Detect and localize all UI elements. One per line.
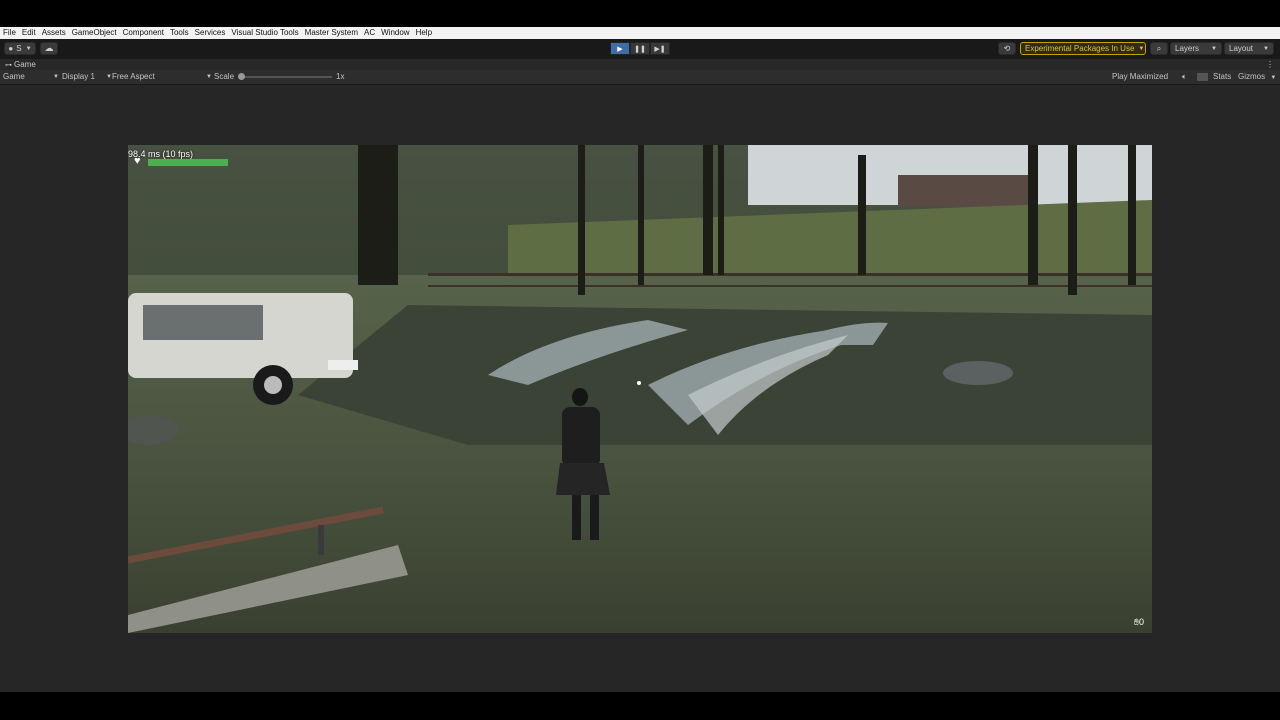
chevron-down-icon: ▼ xyxy=(206,74,212,80)
menu-help[interactable]: Help xyxy=(413,27,435,39)
account-button[interactable]: ● S ▼ xyxy=(4,42,36,55)
search-button[interactable]: ⌕ xyxy=(1150,42,1168,55)
menu-ac[interactable]: AC xyxy=(361,27,378,39)
speaker-icon: 🔈︎ xyxy=(1182,72,1187,81)
stats-button[interactable]: Stats xyxy=(1213,70,1231,84)
gizmos-dropdown[interactable]: Gizmos ▼ xyxy=(1238,70,1278,85)
chevron-down-icon: ▼ xyxy=(25,45,32,52)
mute-audio-button[interactable]: 🔈︎ xyxy=(1182,70,1187,84)
pause-icon: ❚❚ xyxy=(634,45,646,53)
health-bar xyxy=(148,159,228,166)
chevron-down-icon: ▼ xyxy=(53,74,59,80)
menu-master-system[interactable]: Master System xyxy=(302,27,361,39)
bottom-letterbox xyxy=(0,692,1280,720)
chevron-down-icon: ▼ xyxy=(1211,45,1217,52)
layout-label: Layout xyxy=(1229,44,1254,53)
menu-visual-studio-tools[interactable]: Visual Studio Tools xyxy=(228,27,301,39)
kebab-menu-icon[interactable]: ⋮ xyxy=(1266,59,1274,70)
rock xyxy=(943,361,1013,385)
account-icon: ● xyxy=(8,44,14,53)
display-label: Display 1 xyxy=(62,72,95,81)
menu-assets[interactable]: Assets xyxy=(39,27,69,39)
chevron-down-icon: ▼ xyxy=(1138,45,1145,52)
layers-dropdown[interactable]: Layers ▼ xyxy=(1170,42,1222,55)
play-icon: ▶ xyxy=(617,45,623,53)
fence-rail-lower xyxy=(428,285,1152,287)
menu-bar: File Edit Assets GameObject Component To… xyxy=(0,27,1280,39)
packages-dropdown[interactable]: Experimental Packages In Use ▼ xyxy=(1020,42,1146,55)
menu-tools[interactable]: Tools xyxy=(167,27,192,39)
game-tab-label: Game xyxy=(14,60,36,69)
game-tab[interactable]: ⊶ Game xyxy=(0,60,36,69)
menu-file[interactable]: File xyxy=(0,27,19,39)
history-button[interactable]: ⟲ xyxy=(998,42,1016,55)
barn-roof xyxy=(898,175,1038,207)
display-dropdown[interactable]: Display 1 ▼ xyxy=(62,70,112,84)
search-icon: ⌕ xyxy=(1156,43,1162,53)
play-button[interactable]: ▶ xyxy=(610,42,630,55)
play-controls: ▶ ❚❚ ▶❚ xyxy=(610,42,670,55)
item-counter: ✋︎0 xyxy=(1134,617,1144,628)
aspect-label: Free Aspect xyxy=(112,72,155,81)
heart-icon: ♥ xyxy=(134,155,141,167)
game-mode-dropdown[interactable]: Game ▼ xyxy=(3,70,59,84)
step-icon: ▶❚ xyxy=(654,45,666,53)
menu-edit[interactable]: Edit xyxy=(19,27,39,39)
crosshair-dot xyxy=(637,381,641,385)
gizmos-label: Gizmos xyxy=(1238,72,1266,81)
chevron-down-icon: ▼ xyxy=(1263,45,1269,52)
layers-label: Layers xyxy=(1175,44,1200,53)
pause-button[interactable]: ❚❚ xyxy=(630,42,650,55)
scale-value: 1x xyxy=(336,72,345,81)
play-mode-label: Play Maximized xyxy=(1112,72,1169,81)
layout-dropdown[interactable]: Layout ▼ xyxy=(1224,42,1274,55)
cloud-button[interactable]: ☁ xyxy=(40,42,58,55)
scale-label: Scale xyxy=(214,72,235,81)
account-label: S xyxy=(16,44,22,53)
menu-window[interactable]: Window xyxy=(378,27,412,39)
cloud-icon: ☁ xyxy=(44,43,54,53)
vsync-toggle[interactable] xyxy=(1197,73,1208,81)
game-tab-bar: ⊶ Game ⋮ xyxy=(0,59,1280,70)
item-counter-value: 0 xyxy=(1138,617,1144,627)
scale-slider-handle[interactable] xyxy=(238,73,245,80)
game-viewport[interactable]: 98.4 ms (10 fps) ♥ ✋︎0 xyxy=(128,145,1152,633)
menu-gameobject[interactable]: GameObject xyxy=(69,27,120,39)
menu-services[interactable]: Services xyxy=(192,27,229,39)
aspect-dropdown[interactable]: Free Aspect ▼ xyxy=(112,70,212,84)
main-toolbar: ● S ▼ ☁ ▶ ❚❚ ▶❚ ⟲ Experimental Packages … xyxy=(0,39,1280,60)
fence-rail xyxy=(428,273,1152,276)
packages-label: Experimental Packages In Use xyxy=(1025,44,1135,53)
chevron-down-icon: ▼ xyxy=(1270,75,1277,81)
game-scene xyxy=(128,145,1152,633)
game-view-toolbar: Game ▼ Display 1 ▼ Free Aspect ▼ Scale 1… xyxy=(0,70,1280,95)
history-icon: ⟲ xyxy=(1003,44,1011,53)
game-mode-label: Game xyxy=(3,72,25,81)
step-button[interactable]: ▶❚ xyxy=(650,42,670,55)
menu-component[interactable]: Component xyxy=(120,27,167,39)
gamepad-icon: ⊶ xyxy=(5,61,12,69)
